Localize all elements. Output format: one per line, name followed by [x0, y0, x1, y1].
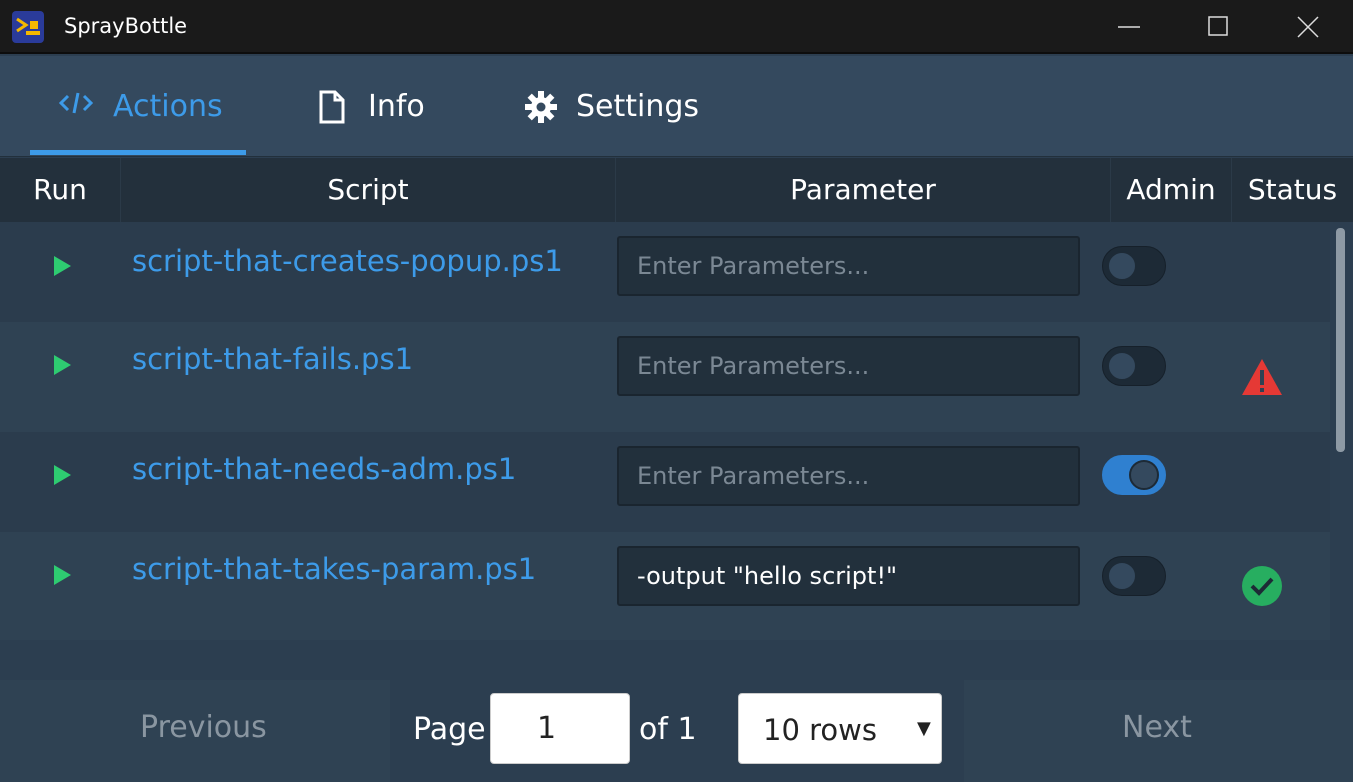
gear-icon	[525, 91, 557, 123]
column-header-script: Script	[327, 173, 409, 206]
run-script-button[interactable]	[51, 354, 73, 376]
tab-settings[interactable]: Settings	[522, 56, 722, 156]
check-circle-icon	[1242, 566, 1282, 606]
toggle-knob	[1107, 351, 1137, 381]
page-number-input[interactable]	[490, 693, 630, 764]
column-header-admin: Admin	[1126, 173, 1216, 206]
close-icon	[1297, 16, 1319, 38]
admin-toggle[interactable]	[1102, 246, 1166, 286]
run-script-button[interactable]	[51, 464, 73, 486]
column-header-parameter: Parameter	[790, 173, 936, 206]
scripts-table: script-that-creates-popup.ps1 script-tha…	[0, 222, 1353, 680]
tab-bar: Actions Info Settings	[0, 56, 1353, 157]
tab-settings-label: Settings	[576, 89, 700, 124]
script-name-link[interactable]: script-that-fails.ps1	[132, 342, 413, 376]
table-row: script-that-needs-adm.ps1	[0, 432, 1330, 532]
maximize-button[interactable]	[1174, 0, 1264, 54]
next-button[interactable]: Next	[964, 680, 1353, 782]
tab-actions[interactable]: Actions	[30, 56, 246, 156]
tab-info[interactable]: Info	[316, 56, 456, 156]
window-title: SprayBottle	[64, 14, 188, 38]
parameter-input[interactable]	[617, 546, 1080, 606]
scrollbar-thumb[interactable]	[1336, 228, 1345, 452]
app-logo-icon	[12, 11, 44, 43]
minimize-button[interactable]	[1084, 0, 1174, 54]
column-header-run: Run	[33, 173, 87, 206]
script-name-link[interactable]: script-that-needs-adm.ps1	[132, 452, 516, 486]
active-tab-indicator	[30, 150, 246, 155]
previous-button[interactable]: Previous	[0, 680, 390, 782]
toggle-knob	[1107, 561, 1137, 591]
page-label: Page	[413, 712, 486, 747]
tab-actions-label: Actions	[113, 89, 223, 124]
file-icon	[319, 90, 345, 124]
page-count-label: of 1	[639, 712, 697, 747]
minimize-icon	[1118, 26, 1140, 28]
table-row: script-that-takes-param.ps1	[0, 532, 1330, 640]
run-script-button[interactable]	[51, 564, 73, 586]
script-name-link[interactable]: script-that-takes-param.ps1	[132, 552, 536, 586]
toggle-knob	[1107, 251, 1137, 281]
close-button[interactable]	[1263, 0, 1353, 54]
warning-icon	[1242, 359, 1282, 395]
admin-toggle[interactable]	[1102, 346, 1166, 386]
next-label: Next	[1122, 710, 1192, 745]
parameter-input[interactable]	[617, 236, 1080, 296]
pagination-bar: Previous Page of 1 10 rows ▼ Next	[0, 680, 1353, 782]
parameter-input[interactable]	[617, 336, 1080, 396]
title-bar: SprayBottle	[0, 0, 1353, 54]
parameter-input[interactable]	[617, 446, 1080, 506]
previous-label: Previous	[140, 710, 267, 745]
column-header-status: Status	[1247, 173, 1338, 206]
table-row: script-that-creates-popup.ps1	[0, 222, 1330, 322]
run-script-button[interactable]	[51, 255, 73, 277]
admin-toggle[interactable]	[1102, 556, 1166, 596]
maximize-icon	[1208, 16, 1228, 36]
admin-toggle[interactable]	[1102, 455, 1166, 495]
tab-info-label: Info	[368, 89, 425, 124]
table-header: Run Script Parameter Admin Status	[0, 158, 1353, 222]
rows-per-page-select[interactable]: 10 rows ▼	[738, 693, 942, 764]
rows-per-page-value: 10 rows	[763, 713, 877, 747]
code-icon	[59, 92, 93, 114]
dropdown-arrow-icon: ▼	[917, 718, 931, 739]
script-name-link[interactable]: script-that-creates-popup.ps1	[132, 244, 563, 278]
toggle-knob	[1129, 460, 1159, 490]
table-row: script-that-fails.ps1	[0, 322, 1330, 432]
